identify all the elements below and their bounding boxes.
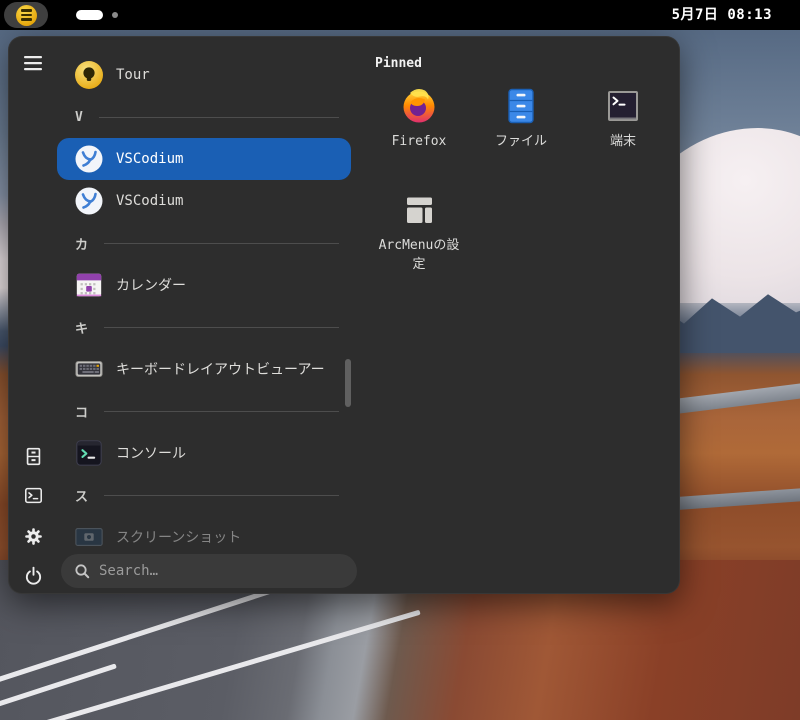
app-item-console[interactable]: コンソール bbox=[57, 432, 351, 474]
power-icon bbox=[25, 566, 41, 585]
firefox-icon bbox=[400, 87, 438, 125]
top-panel: 5月7日 08:13 bbox=[0, 0, 800, 30]
desktop-screen: 5月7日 08:13 Tour V VSCodium VSCodium カ カレ… bbox=[0, 0, 800, 720]
app-item-label: カレンダー bbox=[116, 278, 186, 294]
power-button[interactable] bbox=[17, 559, 49, 591]
pinned-item-files[interactable]: ファイル bbox=[471, 79, 571, 179]
app-item-label: キーボードレイアウトビューアー bbox=[116, 362, 325, 378]
app-item-label: VSCodium bbox=[116, 151, 184, 167]
gear-icon bbox=[24, 527, 42, 545]
application-list: Tour V VSCodium VSCodium カ カレンダー キ キーボード… bbox=[57, 54, 359, 558]
section-header-ki: キ bbox=[57, 306, 359, 348]
app-item-label: コンソール bbox=[116, 446, 186, 462]
documents-icon bbox=[26, 447, 40, 465]
files-icon bbox=[502, 87, 540, 125]
search-bar[interactable] bbox=[61, 554, 357, 588]
keyboard-icon bbox=[73, 353, 105, 385]
app-item-label: Tour bbox=[116, 67, 150, 83]
app-item-vscodium[interactable]: VSCodium bbox=[57, 180, 351, 222]
terminal-icon bbox=[24, 487, 42, 503]
app-item-tour[interactable]: Tour bbox=[57, 54, 351, 96]
road-lane-marking bbox=[0, 587, 275, 686]
terminal-shortcut-button[interactable] bbox=[17, 479, 49, 511]
arcmenu-panel-button[interactable] bbox=[4, 2, 48, 28]
clock[interactable]: 5月7日 08:13 bbox=[672, 0, 772, 30]
hamburger-button[interactable] bbox=[17, 47, 49, 79]
documents-shortcut-button[interactable] bbox=[17, 440, 49, 472]
section-header-v: V bbox=[57, 96, 359, 138]
terminal-icon bbox=[604, 87, 642, 125]
section-header-su: ス bbox=[57, 474, 359, 516]
pinned-item-terminal[interactable]: 端末 bbox=[573, 79, 673, 179]
arcmenu-icon bbox=[15, 4, 37, 26]
pinned-item-firefox[interactable]: Firefox bbox=[369, 79, 469, 179]
section-header-ko: コ bbox=[57, 390, 359, 432]
tour-icon bbox=[73, 59, 105, 91]
road-lane-marking bbox=[45, 609, 421, 720]
section-header-ka: カ bbox=[57, 222, 359, 264]
pinned-item-label: ArcMenuの設定 bbox=[378, 238, 460, 272]
pinned-section-title: Pinned bbox=[375, 56, 422, 71]
list-scrollbar[interactable] bbox=[345, 359, 351, 407]
calendar-icon bbox=[73, 269, 105, 301]
app-item-label: スクリーンショット bbox=[116, 530, 242, 546]
app-item-screenshot[interactable]: スクリーンショット bbox=[57, 516, 351, 558]
wallpaper-road-near bbox=[667, 486, 800, 511]
pinned-item-label: ファイル bbox=[494, 134, 547, 149]
hamburger-icon bbox=[24, 56, 42, 71]
vscodium-icon bbox=[73, 143, 105, 175]
workspace-indicator-inactive[interactable] bbox=[112, 12, 118, 18]
workspace-indicators bbox=[76, 10, 118, 20]
app-item-calendar[interactable]: カレンダー bbox=[57, 264, 351, 306]
pinned-item-label: Firefox bbox=[391, 134, 447, 149]
settings-button[interactable] bbox=[17, 520, 49, 552]
app-item-label: VSCodium bbox=[116, 193, 184, 209]
wallpaper-road-far bbox=[667, 380, 800, 415]
search-input[interactable] bbox=[99, 563, 329, 579]
arcmenu-popup: Tour V VSCodium VSCodium カ カレンダー キ キーボード… bbox=[8, 36, 680, 594]
console-icon bbox=[73, 437, 105, 469]
pinned-grid: Firefox ファイル 端末 ArcMenuの設定 bbox=[369, 79, 679, 283]
vscodium-icon bbox=[73, 185, 105, 217]
pinned-item-label: 端末 bbox=[609, 134, 636, 149]
app-item-keyboard-viewer[interactable]: キーボードレイアウトビューアー bbox=[57, 348, 351, 390]
search-icon bbox=[75, 563, 90, 578]
arcmenu-settings-icon bbox=[400, 191, 438, 229]
screenshot-icon bbox=[73, 521, 105, 553]
pinned-item-arcmenu-settings[interactable]: ArcMenuの設定 bbox=[369, 183, 469, 283]
app-item-vscodium-selected[interactable]: VSCodium bbox=[57, 138, 351, 180]
workspace-indicator-active[interactable] bbox=[76, 10, 103, 20]
